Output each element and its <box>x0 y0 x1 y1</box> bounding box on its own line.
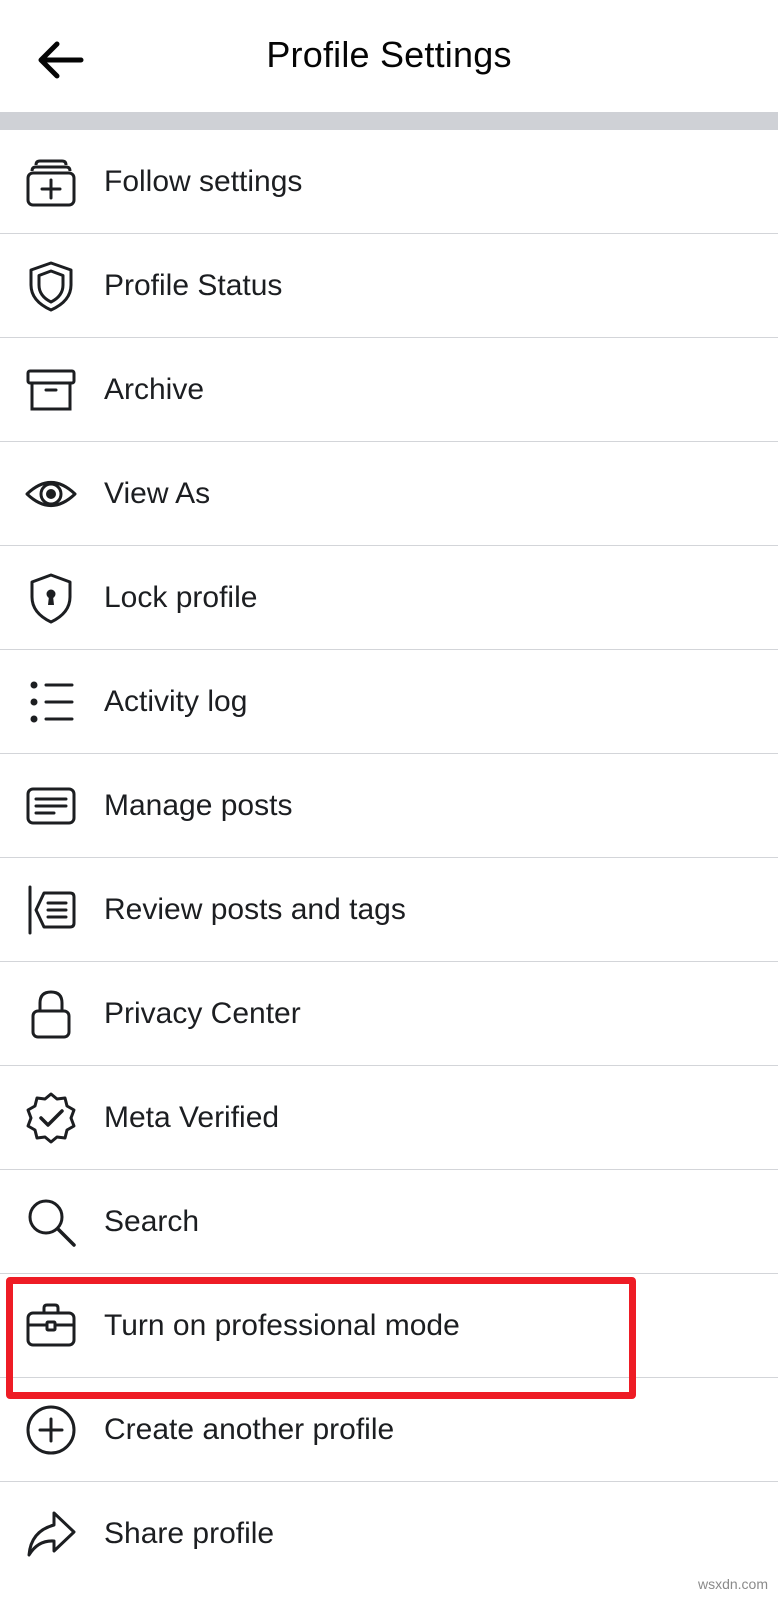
menu-item-search[interactable]: Search <box>0 1170 778 1274</box>
menu-item-view-as[interactable]: View As <box>0 442 778 546</box>
menu-item-label: Search <box>104 1204 200 1238</box>
padlock-icon <box>22 985 80 1043</box>
menu-item-label: Follow settings <box>104 164 303 198</box>
menu-item-review-posts-and-tags[interactable]: Review posts and tags <box>0 858 778 962</box>
share-icon <box>22 1505 80 1563</box>
menu-item-turn-on-professional-mode[interactable]: Turn on professional mode <box>0 1274 778 1378</box>
menu-item-label: Create another profile <box>104 1412 395 1446</box>
plus-circle-icon <box>22 1401 80 1459</box>
menu-item-label: Profile Status <box>104 268 283 302</box>
watermark: wsxdn.com <box>697 1576 768 1592</box>
menu-item-lock-profile[interactable]: Lock profile <box>0 546 778 650</box>
menu-item-label: Archive <box>104 372 205 406</box>
menu-item-share-profile[interactable]: Share profile <box>0 1482 778 1586</box>
section-divider <box>0 112 778 130</box>
review-posts-icon <box>22 881 80 939</box>
menu-item-label: Turn on professional mode <box>104 1308 460 1342</box>
menu-item-privacy-center[interactable]: Privacy Center <box>0 962 778 1066</box>
settings-menu: Follow settings Profile Status Archive V… <box>0 130 778 1586</box>
shield-icon <box>22 257 80 315</box>
menu-item-follow-settings[interactable]: Follow settings <box>0 130 778 234</box>
menu-item-manage-posts[interactable]: Manage posts <box>0 754 778 858</box>
menu-item-label: Meta Verified <box>104 1100 280 1134</box>
search-icon <box>22 1193 80 1251</box>
menu-item-label: Activity log <box>104 684 248 718</box>
briefcase-icon <box>22 1297 80 1355</box>
menu-item-archive[interactable]: Archive <box>0 338 778 442</box>
posts-icon <box>22 777 80 835</box>
eye-icon <box>22 465 80 523</box>
verified-badge-icon <box>22 1089 80 1147</box>
menu-item-activity-log[interactable]: Activity log <box>0 650 778 754</box>
archive-icon <box>22 361 80 419</box>
menu-item-create-another-profile[interactable]: Create another profile <box>0 1378 778 1482</box>
menu-item-label: Lock profile <box>104 580 258 614</box>
menu-item-label: Review posts and tags <box>104 892 406 926</box>
lock-shield-icon <box>22 569 80 627</box>
menu-item-profile-status[interactable]: Profile Status <box>0 234 778 338</box>
header-bar: Profile Settings <box>0 0 778 112</box>
list-icon <box>22 673 80 731</box>
menu-item-label: View As <box>104 476 211 510</box>
menu-item-meta-verified[interactable]: Meta Verified <box>0 1066 778 1170</box>
menu-item-label: Share profile <box>104 1517 275 1550</box>
follow-settings-icon <box>22 153 80 211</box>
page-title: Profile Settings <box>266 34 512 75</box>
menu-item-label: Privacy Center <box>104 996 301 1030</box>
menu-item-label: Manage posts <box>104 788 293 822</box>
